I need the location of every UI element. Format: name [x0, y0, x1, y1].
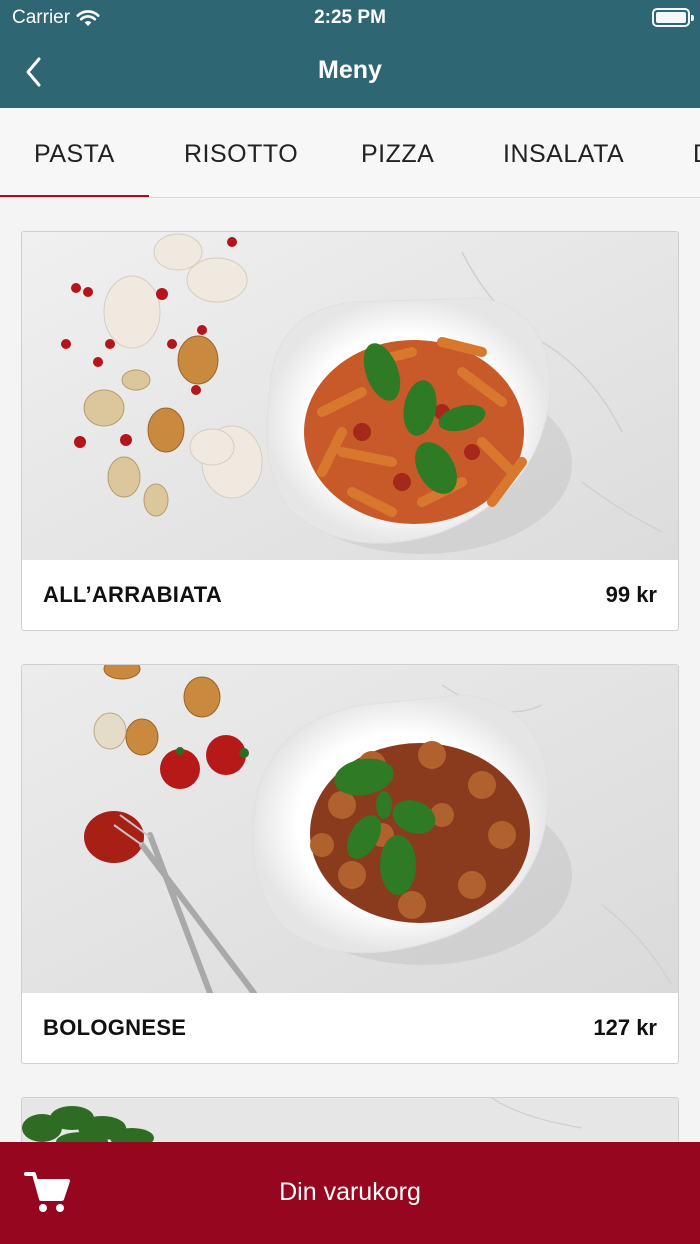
- card-footer: BOLOGNESE 127 kr: [22, 993, 678, 1063]
- app-header: Carrier 2:25 PM Meny: [0, 0, 700, 108]
- card-footer: ALL’ARRABIATA 99 kr: [22, 560, 678, 630]
- penne-arrabbiata-photo: [22, 232, 678, 560]
- dish-name: BOLOGNESE: [43, 1015, 187, 1040]
- dish-name: ALL’ARRABIATA: [43, 582, 223, 607]
- page-title: Meny: [318, 56, 382, 84]
- status-bar: Carrier 2:25 PM: [0, 0, 700, 36]
- dish-image: [22, 232, 678, 560]
- dish-price: 99 kr: [605, 582, 657, 607]
- cart-button[interactable]: Din varukorg: [0, 1142, 700, 1244]
- battery-icon: [652, 8, 694, 27]
- tab-risotto[interactable]: RISOTTO: [184, 108, 298, 197]
- tab-partial[interactable]: D: [693, 108, 700, 197]
- fusilli-bolognese-photo: [22, 665, 678, 993]
- tab-pizza[interactable]: PIZZA: [361, 108, 434, 197]
- tab-pasta[interactable]: PASTA: [0, 108, 149, 197]
- cart-label: Din varukorg: [279, 1178, 421, 1206]
- menu-item-card[interactable]: BOLOGNESE 127 kr: [21, 664, 679, 1064]
- dish-price: 127 kr: [593, 1015, 657, 1040]
- menu-item-card[interactable]: ALL’ARRABIATA 99 kr: [21, 231, 679, 631]
- category-tabs: PASTA RISOTTO PIZZA INSALATA D: [0, 108, 700, 198]
- nav-bar: Meny: [0, 40, 700, 104]
- tab-insalata[interactable]: INSALATA: [503, 108, 624, 197]
- dish-image: [22, 665, 678, 993]
- status-time: 2:25 PM: [314, 7, 386, 28]
